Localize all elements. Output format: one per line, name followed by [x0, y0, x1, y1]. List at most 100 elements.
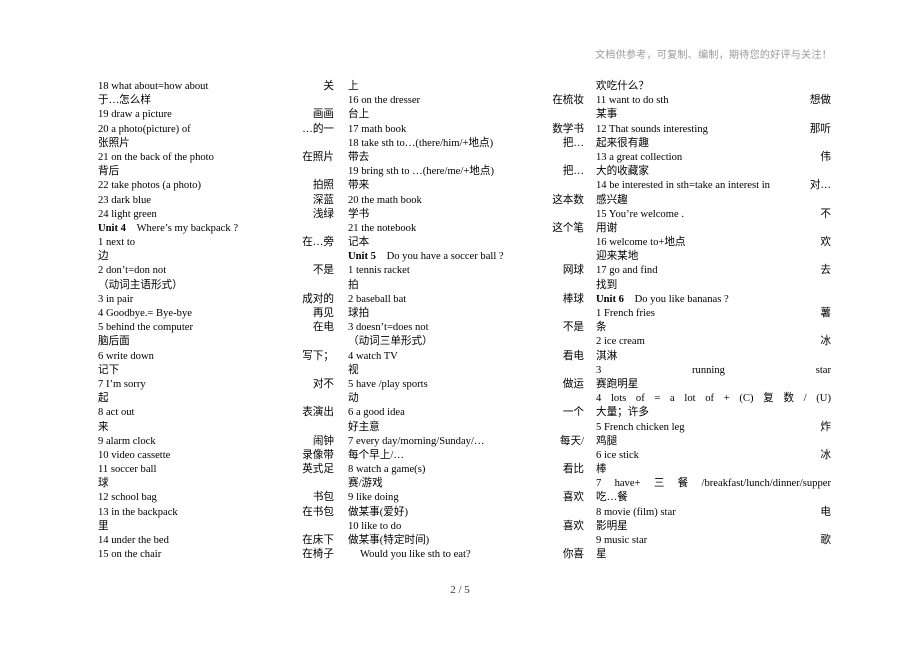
english-phrase: 19 draw a picture — [98, 109, 172, 121]
continuation-line: 记下 — [98, 364, 334, 378]
english-phrase: 11 want to do sth — [596, 95, 669, 107]
continuation-line: 用谢 — [596, 222, 831, 236]
english-phrase: 9 music star — [596, 535, 648, 546]
chinese-meaning: 在床下 — [302, 535, 334, 546]
vocab-entry: 13 a great collection 伟 — [596, 151, 831, 165]
vocab-entry: 13 in the backpack 在书包 — [98, 506, 334, 520]
vocab-word: 7 — [596, 478, 602, 490]
meaning-continuation: 来 — [98, 421, 109, 433]
meaning-continuation: 拍 — [348, 279, 359, 291]
english-phrase: 1 French fries — [596, 308, 655, 319]
continuation-line: 棒 — [596, 463, 831, 477]
chinese-meaning: 喜欢 — [562, 520, 584, 532]
chinese-meaning: 在电 — [312, 322, 334, 334]
page-number: 2 / 5 — [450, 584, 470, 596]
chinese-meaning: 在梳妆 — [552, 95, 584, 107]
meaning-continuation: 边 — [98, 251, 109, 263]
vocab-entry: 16 welcome to+地点 欢 — [596, 236, 831, 250]
vocab-entry: 9 music star 歌 — [596, 534, 831, 548]
chinese-meaning: 冰 — [820, 336, 831, 348]
meaning-continuation: 每个早上/… — [348, 449, 404, 461]
vocab-entry: 22 take photos (a photo) 拍照 — [98, 179, 334, 193]
column-3: 欢吃什么？ 11 want to do sth 想做 某事 12 That sounds… — [596, 80, 831, 562]
vocab-entry: 6 write down 写下； — [98, 350, 334, 364]
meaning-continuation: 吃…餐 — [596, 492, 628, 504]
vocab-entry: 8 act out 表演出 — [98, 406, 334, 420]
chinese-meaning: 欢 — [820, 237, 831, 249]
english-phrase: 14 be interested in sth=take an interest… — [596, 180, 770, 192]
english-phrase: 1 tennis racket — [348, 265, 410, 277]
continuation-line: 动 — [348, 392, 584, 406]
continuation-line: 条 — [596, 321, 831, 335]
continuation-line: 起来很有趣 — [596, 137, 831, 151]
chinese-meaning: 做运 — [562, 378, 584, 390]
vocab-entry: 8 movie (film) star 电 — [596, 506, 831, 520]
chinese-meaning: 你喜 — [562, 549, 584, 561]
vocab-entry: 11 soccer ball 英式足 — [98, 463, 334, 477]
unit-title: Do you like bananas ? — [634, 293, 729, 305]
continuation-line: 里 — [98, 520, 334, 534]
continuation-line: 鸡腿 — [596, 435, 831, 449]
continuation-line: 张照片 — [98, 137, 334, 151]
english-phrase: 21 the notebook — [348, 222, 417, 234]
vocab-entry: 6 ice stick 冰 — [596, 449, 831, 463]
chinese-meaning: 闹钟 — [312, 435, 334, 447]
meaning-continuation: 找到 — [596, 279, 618, 291]
english-phrase: 18 take sth to…(there/him/+地点) — [348, 137, 494, 149]
vocab-entry: 5 have /play sports 做运 — [348, 378, 584, 392]
meaning-continuation: 台上 — [348, 109, 370, 121]
continuation-line: 做某事(特定时间) — [348, 534, 584, 548]
vocab-word: 数 — [783, 393, 794, 405]
vocab-entry: 14 under the bed 在床下 — [98, 534, 334, 548]
meaning-continuation: （动词三单形式） — [348, 336, 433, 348]
unit-label: Unit 4 — [98, 222, 126, 234]
vocab-entry: 5 French chicken leg 炸 — [596, 421, 831, 435]
chinese-meaning: 深蓝 — [312, 194, 334, 206]
english-phrase: 1 next to — [98, 237, 136, 249]
meaning-continuation: 迎来某地 — [596, 251, 639, 263]
continuation-line: 大的收藏家 — [596, 165, 831, 179]
english-phrase: 12 That sounds interesting — [596, 123, 708, 135]
vocab-word: of — [705, 393, 715, 405]
meaning-continuation: 视 — [348, 364, 359, 376]
meaning-continuation: 棒 — [596, 464, 607, 476]
english-phrase: 11 soccer ball — [98, 464, 157, 476]
continuation-line: 赛跑明星 — [596, 378, 831, 392]
vocab-word: /breakfast/lunch/dinner/supper — [701, 478, 831, 490]
meaning-continuation: 鸡腿 — [596, 435, 618, 447]
vocab-word: lot — [684, 393, 696, 405]
continuation-line: （动词三单形式） — [348, 335, 584, 349]
continuation-line: 记本 — [348, 236, 584, 250]
english-phrase: 8 movie (film) star — [596, 506, 676, 518]
continuation-line: 球拍 — [348, 307, 584, 321]
vocab-entry: 7 I’m sorry 对不 — [98, 378, 334, 392]
english-phrase: 6 a good idea — [348, 407, 405, 419]
continuation-line: 球 — [98, 477, 334, 491]
chinese-meaning: 表演出 — [302, 407, 334, 419]
meaning-continuation: 起来很有趣 — [596, 137, 649, 149]
vocab-entry: 9 like doing 喜欢 — [348, 491, 584, 505]
chinese-meaning: 写下； — [302, 350, 334, 362]
chinese-meaning: 炸 — [820, 421, 831, 433]
continuation-line: 星 — [596, 548, 831, 562]
meaning-continuation: 欢吃什么？ — [596, 81, 649, 92]
chinese-meaning: 去 — [820, 265, 831, 277]
continuation-line: 起 — [98, 392, 334, 406]
vocab-word: 三 — [653, 478, 665, 490]
vocab-entry: 12 school bag 书包 — [98, 491, 334, 505]
english-phrase: 5 behind the computer — [98, 322, 194, 334]
vocab-entry: 7 have+ 三餐/breakfast/lunch/dinner/supper — [596, 477, 831, 491]
english-phrase: 19 bring sth to …(here/me/+地点) — [348, 166, 495, 178]
meaning-continuation: 大量；许多 — [596, 407, 649, 419]
chinese-meaning: 把… — [562, 166, 584, 178]
vocab-word: / — [803, 393, 807, 405]
vocab-entry: 1 next to 在…旁 — [98, 236, 334, 250]
vocab-entry: 21 on the back of the photo 在照片 — [98, 151, 334, 165]
english-phrase: 7 every day/morning/Sunday/… — [348, 435, 485, 447]
chinese-meaning: 不 — [820, 208, 831, 220]
english-phrase: 9 alarm clock — [98, 435, 156, 447]
vocab-entry: 9 alarm clock 闹钟 — [98, 435, 334, 449]
meaning-continuation: 上 — [348, 81, 359, 92]
